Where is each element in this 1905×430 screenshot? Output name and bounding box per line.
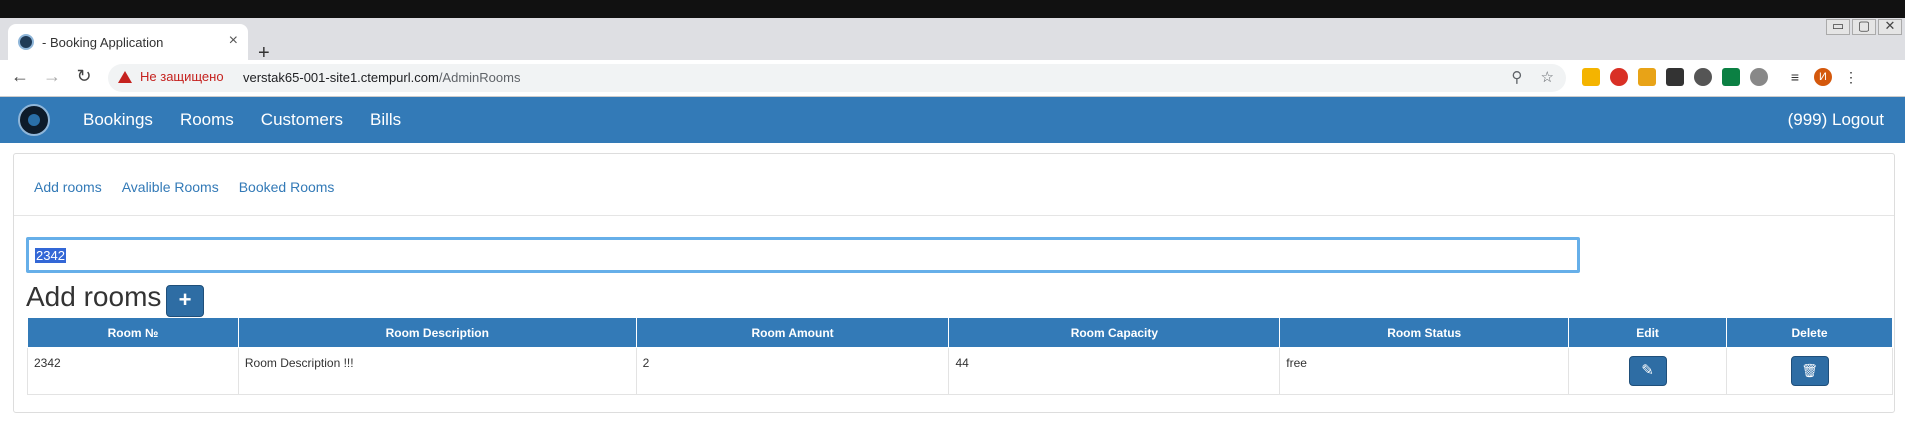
nav-bookings[interactable]: Bookings xyxy=(83,110,153,130)
zoom-icon[interactable]: ⚲ xyxy=(1511,69,1522,86)
header-room-amount[interactable]: Room Amount xyxy=(635,317,950,348)
cell-room-status: free xyxy=(1279,347,1570,395)
divider xyxy=(14,215,1894,216)
extension-icon[interactable] xyxy=(1694,68,1712,86)
extension-icons: ≡ И ⋮ xyxy=(1582,68,1860,86)
favicon-icon xyxy=(18,34,34,50)
reload-icon[interactable]: ↻ xyxy=(72,66,96,87)
add-room-button[interactable]: + xyxy=(166,285,204,317)
url-text[interactable]: verstak65-001-site1.ctempurl.com/AdminRo… xyxy=(243,70,520,85)
back-arrow-icon[interactable]: ← xyxy=(8,66,32,87)
main-menu: Bookings Rooms Customers Bills xyxy=(83,97,401,143)
page-title: Add rooms xyxy=(26,281,162,312)
forward-arrow-icon[interactable]: → xyxy=(40,66,64,87)
url-path: /AdminRooms xyxy=(438,70,521,85)
reading-list-icon[interactable]: ≡ xyxy=(1786,68,1804,86)
header-room-status[interactable]: Room Status xyxy=(1279,317,1570,348)
trash-icon: 🗑 xyxy=(1801,363,1818,378)
header-delete: Delete xyxy=(1726,317,1893,348)
bookmark-star-icon[interactable]: ☆ xyxy=(1541,69,1554,86)
app-navbar: Bookings Rooms Customers Bills (999) Log… xyxy=(0,97,1905,143)
menu-dots-icon[interactable]: ⋮ xyxy=(1842,68,1860,86)
extension-icon[interactable] xyxy=(1666,68,1684,86)
extension-icon[interactable] xyxy=(1750,68,1768,86)
browser-tab[interactable]: - Booking Application × xyxy=(8,24,248,60)
warning-icon xyxy=(118,70,132,83)
cell-room-capacity: 44 xyxy=(948,347,1281,395)
pencil-icon: ✎ xyxy=(1641,362,1654,379)
header-room-capacity[interactable]: Room Capacity xyxy=(948,317,1281,348)
subnav-booked-rooms[interactable]: Booked Rooms xyxy=(239,179,335,195)
cell-room-amount: 2 xyxy=(635,347,950,395)
sub-navigation: Add rooms Avalible Rooms Booked Rooms xyxy=(34,179,334,195)
subnav-available-rooms[interactable]: Avalible Rooms xyxy=(122,179,219,195)
omnibox[interactable]: Не защищено verstak65-001-site1.ctempurl… xyxy=(108,64,1566,92)
nav-customers[interactable]: Customers xyxy=(261,110,343,130)
rooms-panel: Add rooms Avalible Rooms Booked Rooms 23… xyxy=(13,153,1895,413)
cell-room-description: Room Description !!! xyxy=(237,347,637,395)
url-host: verstak65-001-site1.ctempurl.com xyxy=(243,70,439,85)
profile-avatar[interactable]: И xyxy=(1814,68,1832,86)
table-header-row: Room № Room Description Room Amount Room… xyxy=(27,317,1893,348)
cell-room-no: 2342 xyxy=(27,347,239,395)
table-row: 2342 Room Description !!! 2 44 free ✎ 🗑 xyxy=(27,347,1893,395)
screen-top-bar xyxy=(0,0,1905,18)
nav-bills[interactable]: Bills xyxy=(370,110,401,130)
adblock-icon[interactable] xyxy=(1610,68,1628,86)
vue-devtools-icon[interactable] xyxy=(1722,68,1740,86)
address-bar: ← → ↻ Не защищено verstak65-001-site1.ct… xyxy=(0,60,1905,97)
tab-close-icon[interactable]: × xyxy=(229,32,238,50)
cell-delete: 🗑 xyxy=(1726,347,1893,395)
main-content: Add rooms Avalible Rooms Booked Rooms 23… xyxy=(0,143,1905,430)
omnibox-icons: ⚲ ☆ xyxy=(1511,68,1554,86)
rooms-table: Room № Room Description Room Amount Room… xyxy=(27,317,1893,395)
minimize-button[interactable]: ▭ xyxy=(1826,19,1850,35)
cell-edit: ✎ xyxy=(1568,347,1728,395)
delete-button[interactable]: 🗑 xyxy=(1790,356,1829,386)
maximize-button[interactable]: ▢ xyxy=(1852,19,1876,35)
tab-title: - Booking Application xyxy=(42,34,164,50)
edit-button[interactable]: ✎ xyxy=(1628,356,1667,386)
bookmark-extension-icon[interactable] xyxy=(1582,68,1600,86)
browser-tabstrip: - Booking Application × + xyxy=(0,18,1905,64)
header-room-description[interactable]: Room Description xyxy=(237,317,637,348)
header-edit: Edit xyxy=(1568,317,1728,348)
header-room-no[interactable]: Room № xyxy=(27,317,239,348)
brand-logo[interactable] xyxy=(18,104,50,136)
search-input[interactable]: 2342 xyxy=(26,237,1580,273)
nav-rooms[interactable]: Rooms xyxy=(180,110,234,130)
extension-icon[interactable] xyxy=(1638,68,1656,86)
close-window-button[interactable]: ✕ xyxy=(1878,19,1902,35)
logout-link[interactable]: (999) Logout xyxy=(1788,110,1884,130)
subnav-add-rooms[interactable]: Add rooms xyxy=(34,179,102,195)
security-warning[interactable]: Не защищено xyxy=(118,69,224,84)
search-value: 2342 xyxy=(35,248,66,263)
security-label: Не защищено xyxy=(140,69,224,84)
